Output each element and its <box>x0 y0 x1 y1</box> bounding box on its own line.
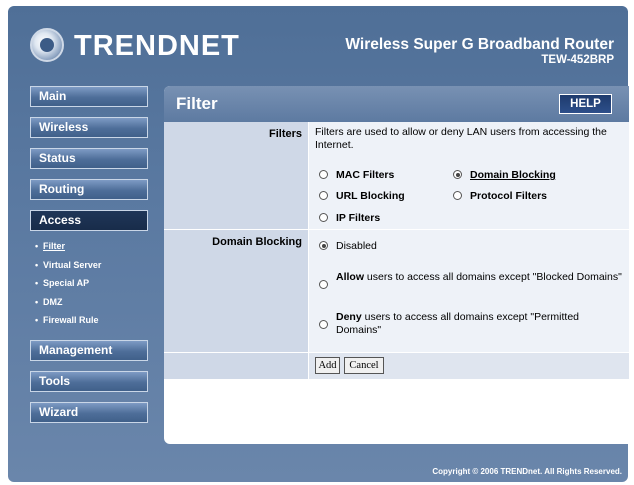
submenu-label: DMZ <box>43 296 63 307</box>
radio-icon <box>319 320 328 329</box>
submenu-firewall-rule[interactable]: • Firewall Rule <box>30 311 150 330</box>
product-name: Wireless Super G Broadband Router <box>345 36 614 53</box>
submenu-dmz[interactable]: • DMZ <box>30 293 150 312</box>
nav-tools[interactable]: Tools <box>30 370 148 392</box>
panel-header: Filter HELP <box>164 86 629 122</box>
radio-icon <box>319 170 328 179</box>
domain-blocking-label: Domain Blocking <box>212 236 302 248</box>
allow-bold: Allow <box>336 271 364 283</box>
model-number: TEW-452BRP <box>541 54 614 66</box>
filters-label-cell: Filters <box>164 122 308 229</box>
radio-selected-icon <box>453 170 462 179</box>
option-label: Disabled <box>336 240 377 252</box>
bullet-icon: • <box>35 278 39 288</box>
domain-value-cell: Disabled Allow users to access all domai… <box>309 230 629 352</box>
nav-wireless[interactable]: Wireless <box>30 117 148 138</box>
submenu-label: Special AP <box>43 278 90 288</box>
nav-main[interactable]: Main <box>30 86 148 107</box>
access-submenu: • Filter • Virtual Server • Special AP • DMZ… <box>30 237 150 330</box>
submenu-filter[interactable]: • Filter <box>30 237 150 256</box>
bullet-icon: • <box>35 241 39 251</box>
radio-icon <box>319 213 328 222</box>
buttons-row: Add Cancel <box>164 353 629 379</box>
option-label: MAC Filters <box>336 169 395 181</box>
filters-description: Filters are used to allow or deny LAN us… <box>315 126 607 151</box>
sidebar-nav: Main Wireless Status Routing Access • Fil… <box>30 86 150 433</box>
deny-description: Deny users to access all domains except … <box>336 311 626 337</box>
radio-icon <box>319 280 328 289</box>
nav-management[interactable]: Management <box>30 339 148 361</box>
option-label: URL Blocking <box>336 190 405 202</box>
help-button[interactable]: HELP <box>559 94 612 114</box>
allow-text: users to access all domains except "Bloc… <box>364 271 622 283</box>
option-label: Protocol Filters <box>470 190 548 202</box>
cancel-button[interactable]: Cancel <box>344 357 384 374</box>
deny-text: users to access all domains except "Perm… <box>336 311 580 336</box>
page-title: Filter <box>176 94 218 113</box>
nav-wizard[interactable]: Wizard <box>30 401 148 423</box>
radio-protocol-filters[interactable]: Protocol Filters <box>453 190 547 202</box>
submenu-special-ap[interactable]: • Special AP <box>30 274 150 293</box>
filters-value-cell: Filters are used to allow or deny LAN us… <box>309 122 629 229</box>
trendnet-logo-icon <box>30 28 64 62</box>
domain-blocking-row: Domain Blocking Disabled Allow users to … <box>164 230 629 352</box>
filter-panel: Filter HELP Filters Filters are used to … <box>164 86 629 444</box>
filters-label: Filters <box>268 128 302 140</box>
buttons-label-cell <box>164 353 308 379</box>
nav-status[interactable]: Status <box>30 148 148 169</box>
copyright: Copyright © 2006 TRENDnet. All Rights Re… <box>432 467 622 476</box>
submenu-label: Filter <box>43 241 66 251</box>
filters-row: Filters Filters are used to allow or den… <box>164 122 629 229</box>
option-label: IP Filters <box>336 212 381 224</box>
header: TRENDNET Wireless Super G Broadband Rout… <box>8 6 628 78</box>
buttons-value-cell: Add Cancel <box>309 353 629 379</box>
domain-label-cell: Domain Blocking <box>164 230 308 352</box>
radio-icon <box>453 191 462 200</box>
bullet-icon: • <box>35 259 39 270</box>
logo-text: TRENDNET <box>74 30 240 62</box>
submenu-label: Firewall Rule <box>43 315 99 325</box>
bullet-icon: • <box>35 296 39 307</box>
radio-selected-icon <box>319 241 328 250</box>
radio-icon <box>319 191 328 200</box>
submenu-label: Virtual Server <box>43 259 102 270</box>
deny-bold: Deny <box>336 311 362 323</box>
radio-mac-filters[interactable]: MAC Filters <box>319 169 394 181</box>
nav-routing[interactable]: Routing <box>30 179 148 200</box>
nav-access[interactable]: Access <box>30 210 148 231</box>
bullet-icon: • <box>35 315 39 325</box>
allow-description: Allow users to access all domains except… <box>336 271 626 284</box>
option-label: Domain Blocking <box>470 169 556 181</box>
radio-disabled[interactable]: Disabled <box>319 240 377 252</box>
add-button[interactable]: Add <box>315 357 340 374</box>
radio-domain-blocking[interactable]: Domain Blocking <box>453 169 556 181</box>
submenu-virtual-server[interactable]: • Virtual Server <box>30 256 150 275</box>
radio-url-blocking[interactable]: URL Blocking <box>319 190 405 202</box>
radio-ip-filters[interactable]: IP Filters <box>319 212 380 224</box>
